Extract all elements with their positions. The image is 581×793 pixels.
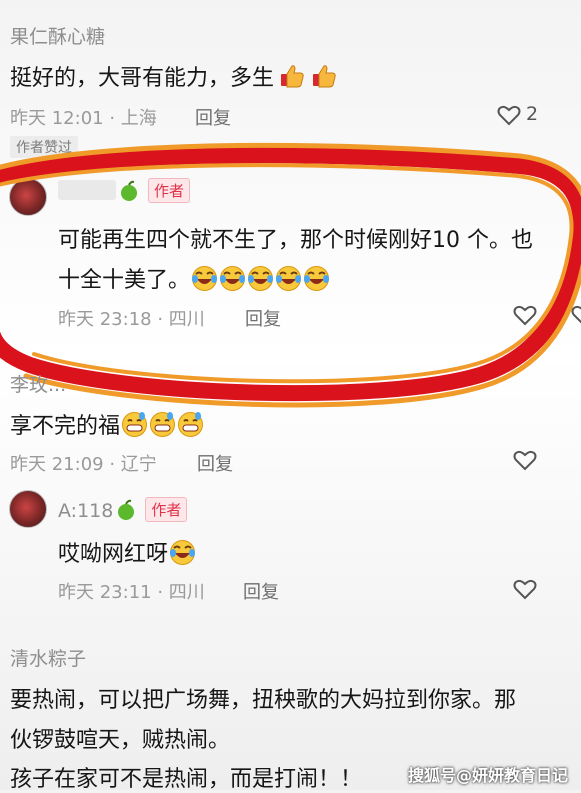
- comment-meta: 昨天 23:11 · 四川: [58, 582, 205, 603]
- comment-text-line: 十全十美了。: [58, 268, 191, 293]
- comment-meta: 昨天 12:01 · 上海: [10, 108, 157, 129]
- thumbs-up-icon: [281, 65, 304, 88]
- comment-text-line: 孩子在家可不是热闹，而是打闹！！: [10, 767, 363, 792]
- grinning-sweat-icon: [122, 412, 148, 437]
- reply-button[interactable]: 回复: [195, 104, 231, 130]
- heart-icon[interactable]: [512, 576, 538, 602]
- comment-text: 哎呦网红呀: [58, 536, 196, 568]
- comment-text-body: 挺好的，大哥有能力，多生: [10, 66, 275, 91]
- avatar[interactable]: [9, 490, 47, 528]
- comment-meta: 昨天 21:09 · 辽宁: [10, 454, 157, 475]
- heart-icon[interactable]: [496, 102, 522, 128]
- comment-text-body: 哎呦网红呀: [58, 542, 169, 567]
- grinning-sweat-icon: [150, 412, 176, 437]
- like-count: 2: [526, 103, 539, 125]
- comment-text: 十全十美了。: [58, 262, 330, 294]
- comment-text-body: 享不完的福: [10, 414, 121, 439]
- crying-laughing-icon: [220, 266, 246, 291]
- crying-laughing-icon: [304, 266, 330, 291]
- comment-text-line: 伙锣鼓喧天，贼热闹。: [10, 728, 231, 753]
- comment-text-line: 要热闹，可以把广场舞，扭秧歌的大妈拉到你家。那: [10, 688, 517, 713]
- crying-laughing-icon: [276, 266, 302, 291]
- heart-icon[interactable]: [570, 302, 581, 328]
- comment-text: 挺好的，大哥有能力，多生: [10, 60, 338, 92]
- comment-username[interactable]: 果仁酥心糖: [10, 22, 105, 49]
- apple-icon: [121, 180, 137, 201]
- comment-text: 享不完的福: [10, 408, 204, 440]
- reply-button[interactable]: 回复: [245, 305, 281, 331]
- thumbs-up-icon: [313, 65, 336, 88]
- comment-username[interactable]: 李玫...: [10, 370, 66, 397]
- crying-laughing-icon: [170, 540, 196, 565]
- comment-username-row: A:118 作者: [58, 497, 188, 522]
- reply-button[interactable]: 回复: [197, 450, 233, 476]
- crying-laughing-icon: [248, 266, 274, 291]
- crying-laughing-icon: [192, 266, 218, 291]
- avatar[interactable]: [9, 178, 47, 216]
- comment-meta: 昨天 23:18 · 四川: [58, 309, 205, 330]
- comment-username-row: 作者: [116, 178, 191, 203]
- comment-username[interactable]: 清水粽子: [10, 644, 86, 671]
- author-liked-tag: 作者赞过: [10, 136, 78, 158]
- author-badge: 作者: [148, 178, 191, 203]
- reply-button[interactable]: 回复: [243, 578, 279, 604]
- heart-icon[interactable]: [512, 447, 538, 473]
- heart-icon[interactable]: [512, 302, 538, 328]
- watermark: 搜狐号@妍妍教育日记: [408, 766, 569, 785]
- apple-icon: [118, 499, 135, 520]
- comment-username[interactable]: A:118: [58, 500, 113, 522]
- comment-text-line: 可能再生四个就不生了，那个时候刚好10 个。也: [58, 228, 533, 253]
- redacted-username: [58, 180, 116, 200]
- author-badge: 作者: [145, 497, 188, 522]
- grinning-sweat-icon: [178, 412, 204, 437]
